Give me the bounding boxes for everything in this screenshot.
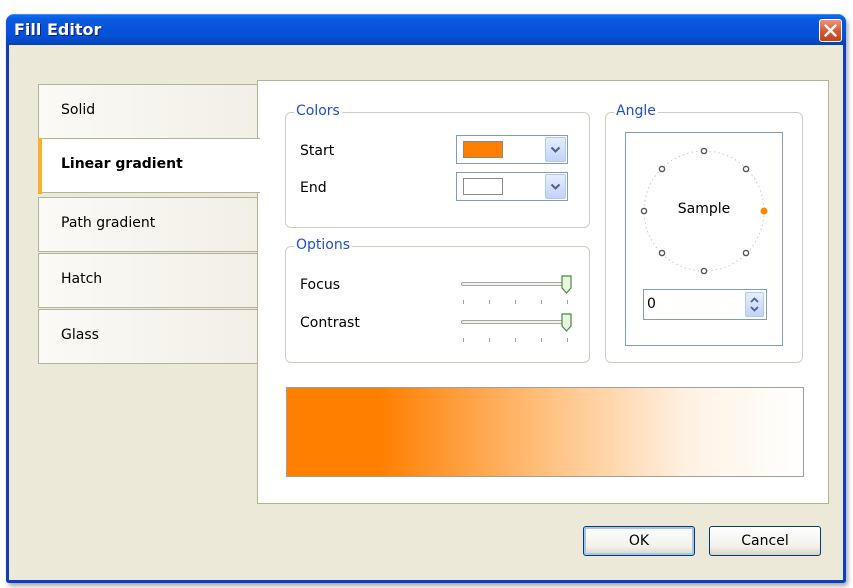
angle-sample-text: Sample <box>677 201 731 217</box>
tab-label: Linear gradient <box>61 156 183 172</box>
title-bar[interactable]: Fill Editor <box>6 14 846 45</box>
chevron-down-icon <box>550 146 561 153</box>
start-color-picker[interactable] <box>456 135 568 164</box>
contrast-slider-ticks <box>461 338 571 344</box>
contrast-slider[interactable] <box>459 313 579 349</box>
angle-group: Angle Sample 0 <box>605 103 803 363</box>
angle-point-225[interactable] <box>658 249 666 257</box>
angle-point-270[interactable] <box>700 267 708 275</box>
tab-linear-gradient[interactable]: Linear gradient <box>38 138 260 194</box>
angle-group-label: Angle <box>614 103 658 119</box>
tab-label: Glass <box>61 327 99 343</box>
tab-hatch[interactable]: Hatch <box>38 253 258 308</box>
gradient-preview <box>286 387 804 477</box>
options-group: Options Focus Contrast <box>285 237 590 363</box>
start-color-swatch <box>463 141 503 158</box>
colors-group: Colors Start End <box>285 103 590 228</box>
tab-label: Hatch <box>61 271 103 287</box>
angle-dial[interactable]: Sample 0 <box>625 132 783 346</box>
contrast-label: Contrast <box>300 315 360 331</box>
tab-content-panel: Colors Start End Options Focus Contrast … <box>257 80 829 504</box>
chevron-down-icon <box>550 183 561 190</box>
angle-value: 0 <box>647 296 656 312</box>
active-tab-indicator <box>38 138 42 194</box>
options-group-label: Options <box>294 237 353 253</box>
tab-label: Path gradient <box>61 215 156 231</box>
angle-point-315[interactable] <box>742 249 750 257</box>
window-title: Fill Editor <box>14 20 102 39</box>
angle-point-135[interactable] <box>658 165 666 173</box>
focus-slider-track <box>461 282 569 286</box>
end-label: End <box>300 180 327 196</box>
end-color-dropdown-button[interactable] <box>545 174 566 199</box>
spin-up-down-icon <box>750 297 759 312</box>
start-color-dropdown-button[interactable] <box>545 137 566 162</box>
tab-label: Solid <box>61 102 96 118</box>
focus-slider[interactable] <box>459 275 579 311</box>
angle-point-45[interactable] <box>742 165 750 173</box>
end-color-swatch <box>463 178 503 195</box>
cancel-button[interactable]: Cancel <box>709 526 821 556</box>
tab-solid[interactable]: Solid <box>38 84 258 139</box>
ok-button[interactable]: OK <box>583 526 695 556</box>
angle-point-90[interactable] <box>700 147 708 155</box>
focus-slider-ticks <box>461 300 571 306</box>
angle-spin-buttons[interactable] <box>745 292 764 317</box>
fill-editor-window: Fill Editor Solid Linear gradient Path g… <box>6 14 846 583</box>
end-color-picker[interactable] <box>456 172 568 201</box>
close-icon <box>824 24 837 37</box>
start-label: Start <box>300 143 335 159</box>
contrast-slider-thumb[interactable] <box>561 313 572 332</box>
tab-glass[interactable]: Glass <box>38 309 258 364</box>
focus-label: Focus <box>300 277 340 293</box>
focus-slider-thumb[interactable] <box>561 275 572 294</box>
close-button[interactable] <box>819 19 842 42</box>
colors-group-label: Colors <box>294 103 342 119</box>
tab-path-gradient[interactable]: Path gradient <box>38 197 258 252</box>
contrast-slider-track <box>461 320 569 324</box>
angle-value-input[interactable]: 0 <box>643 289 767 320</box>
